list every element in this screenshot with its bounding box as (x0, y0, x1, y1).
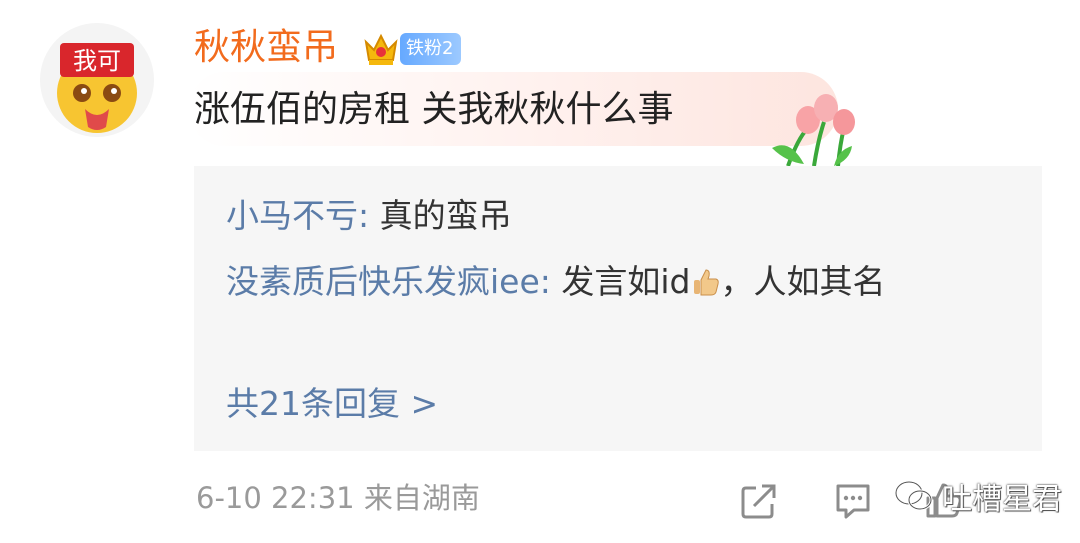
comment-text: 涨伍佰的房租 关我秋秋什么事 (194, 89, 674, 130)
avatar-text: 我可 (73, 47, 121, 75)
comment-icon[interactable] (834, 482, 872, 520)
reply-author[interactable]: 没素质后快乐发疯iee (226, 262, 540, 301)
reply-item[interactable]: 没素质后快乐发疯iee: 发言如id ，人如其名 (226, 254, 1006, 310)
avatar[interactable]: 我可 (40, 23, 154, 137)
watermark: 吐槽星君 (894, 474, 1062, 518)
reply-separator: : (539, 262, 562, 301)
share-icon[interactable] (740, 482, 778, 520)
avatar-emoji-icon: 我可 (57, 43, 137, 133)
reply-author[interactable]: 小马不亏 (226, 196, 358, 235)
timestamp: 6-10 22:31 来自湖南 (196, 481, 480, 515)
reply-separator: : (358, 196, 380, 235)
wechat-logo-icon (894, 480, 933, 511)
username[interactable]: 秋秋蛮吊 (194, 26, 338, 70)
fan-badge[interactable]: 铁粉2 (400, 33, 462, 65)
crown-icon (364, 33, 398, 65)
reply-text: 发言如id (561, 262, 691, 301)
more-replies-link[interactable]: 共21条回复 > (226, 376, 438, 432)
replies-box[interactable]: 小马不亏: 真的蛮吊 没素质后快乐发疯iee: 发言如id ，人如其名 共21条回… (194, 166, 1042, 451)
watermark-text: 吐槽星君 (942, 482, 1062, 517)
reply-text: 真的蛮吊 (379, 196, 512, 235)
thumbs-up-icon (693, 269, 719, 296)
reply-item[interactable]: 小马不亏: 真的蛮吊 (226, 188, 1006, 244)
tulip-icon (772, 94, 855, 167)
reply-text: ，人如其名 (720, 262, 886, 301)
